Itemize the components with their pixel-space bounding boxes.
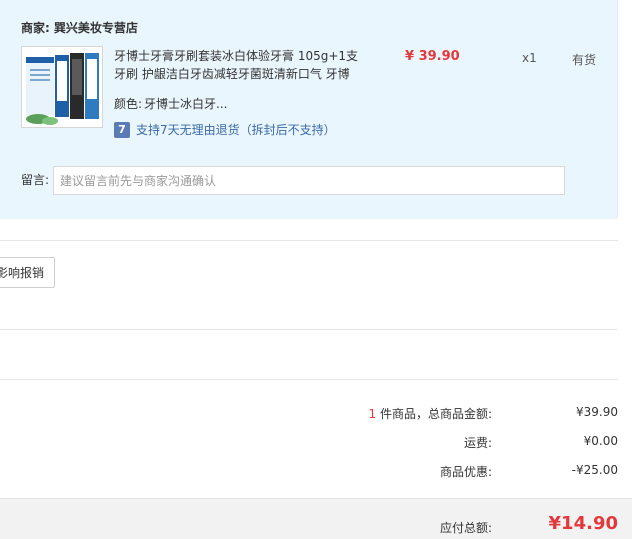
product-color: 颜色: 牙博士冰白牙...	[114, 95, 228, 112]
payable-total-bar: 应付总额: ¥14.90	[0, 498, 632, 539]
order-card: 商家: 巽兴美妆专营店 牙博士牙膏牙刷套装冰白体验牙膏 105g+1支牙刷 护龈洁…	[0, 0, 618, 219]
shipping-row: 运费: ¥0.00	[0, 434, 632, 452]
payable-label: 应付总额:	[439, 521, 492, 535]
divider	[0, 379, 618, 380]
return-policy[interactable]: 7 支持7天无理由退货（拆封后不支持）	[114, 121, 336, 138]
item-total-label: 1 件商品，总商品金额:	[368, 405, 492, 422]
product-quantity: x1	[522, 51, 537, 65]
color-label: 颜色:	[114, 97, 143, 111]
item-total-row: 1 件商品，总商品金额: ¥39.90	[0, 405, 632, 423]
product-price: ¥ 39.90	[405, 49, 460, 64]
item-count: 1	[368, 407, 377, 421]
discount-row: 商品优惠: -¥25.00	[0, 463, 632, 481]
discount-value: -¥25.00	[571, 463, 618, 477]
shipping-label: 运费:	[463, 436, 492, 450]
product-image	[22, 47, 102, 127]
note-input[interactable]	[53, 166, 565, 195]
payable-value: ¥14.90	[548, 513, 618, 534]
color-value: 牙博士冰白牙...	[144, 97, 228, 111]
invoice-button[interactable]: 影响报销	[0, 257, 55, 288]
seller: 商家: 巽兴美妆专营店	[21, 19, 138, 36]
seller-label: 商家:	[21, 21, 50, 35]
divider	[0, 240, 618, 241]
divider	[0, 329, 618, 330]
seller-name[interactable]: 巽兴美妆专营店	[54, 21, 138, 35]
item-total-text: 件商品，总商品金额:	[379, 407, 492, 421]
shipping-value: ¥0.00	[583, 434, 618, 448]
note-label: 留言:	[21, 173, 50, 187]
return-policy-text: 支持7天无理由退货（拆封后不支持）	[136, 123, 336, 137]
product-title[interactable]: 牙博士牙膏牙刷套装冰白体验牙膏 105g+1支牙刷 护龈洁白牙齿减轻牙菌斑清新口…	[114, 47, 359, 83]
stock-status: 有货	[572, 53, 597, 67]
discount-label: 商品优惠:	[439, 465, 492, 479]
item-total-value: ¥39.90	[576, 405, 618, 419]
product-thumbnail[interactable]	[21, 46, 103, 128]
seven-day-return-icon: 7	[114, 121, 130, 138]
